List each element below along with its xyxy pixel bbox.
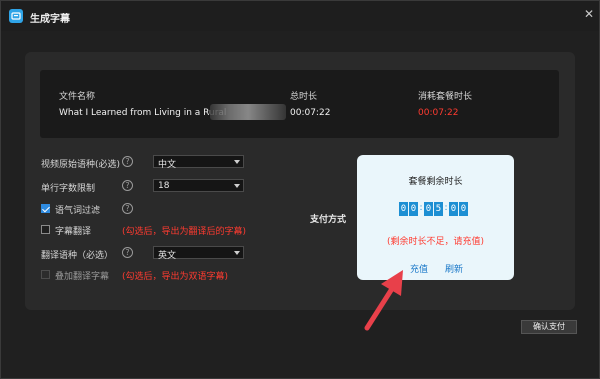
insufficient-balance-warning: (剩余时长不足，请充值)	[386, 237, 485, 247]
time-digit: 0	[424, 202, 433, 216]
target-language-label: 翻译语种（必选）	[41, 251, 114, 261]
popup-title: 套餐剩余时长	[408, 177, 463, 187]
time-digit: 5	[434, 202, 443, 216]
char-limit-select[interactable]: 18	[153, 179, 244, 192]
duration-header: 总时长	[290, 92, 318, 102]
file-name-value: What I Learned from Living in a Rural	[59, 108, 227, 118]
chevron-down-icon	[234, 160, 240, 164]
help-icon[interactable]: ?	[122, 180, 133, 191]
file-name-header: 文件名称	[59, 92, 96, 102]
source-language-value: 中文	[158, 160, 177, 170]
consume-header: 消耗套餐时长	[418, 92, 473, 102]
translate-checkbox[interactable]	[41, 225, 50, 234]
chevron-down-icon	[234, 251, 240, 255]
translate-label: 字幕翻译	[55, 227, 92, 237]
help-icon[interactable]: ?	[122, 156, 133, 167]
time-digit: 0	[459, 202, 468, 216]
target-language-select[interactable]: 英文	[153, 246, 244, 261]
overlay-checkbox[interactable]	[41, 270, 50, 279]
char-limit-value: 18	[158, 181, 170, 191]
payment-method-label: 支付方式	[310, 215, 347, 225]
confirm-payment-button[interactable]: 确认支付	[521, 320, 577, 334]
overlay-hint: (勾选后，导出为双语字幕)	[122, 272, 229, 282]
filter-label: 语气词过滤	[55, 206, 101, 216]
help-icon[interactable]: ?	[122, 203, 133, 214]
source-language-label: 视频原始语种(必选)	[41, 160, 121, 170]
annotation-arrow-icon	[364, 270, 403, 331]
time-digit: 0	[399, 202, 408, 216]
time-digit: 0	[409, 202, 418, 216]
window-title: 生成字幕	[30, 14, 70, 25]
close-icon[interactable]: ✕	[583, 8, 595, 20]
blurred-filename-mask	[210, 104, 286, 120]
app-icon	[9, 9, 23, 23]
char-limit-label: 单行字数限制	[41, 184, 96, 194]
chevron-down-icon	[234, 184, 240, 188]
time-digit: 0	[449, 202, 458, 216]
filter-checkbox[interactable]	[41, 204, 50, 213]
help-icon[interactable]: ?	[122, 247, 133, 258]
translate-hint: (勾选后，导出为翻译后的字幕)	[122, 227, 247, 237]
overlay-label: 叠加翻译字幕	[55, 272, 110, 282]
consume-value: 00:07:22	[418, 108, 459, 118]
file-info-card	[40, 70, 559, 138]
duration-value: 00:07:22	[290, 108, 331, 118]
recharge-button[interactable]: 充值	[410, 262, 428, 275]
title-bar: 生成字幕 ✕	[1, 1, 599, 31]
refresh-button[interactable]: 刷新	[445, 262, 463, 275]
source-language-select[interactable]: 中文	[153, 155, 244, 170]
target-language-value: 英文	[158, 251, 177, 261]
